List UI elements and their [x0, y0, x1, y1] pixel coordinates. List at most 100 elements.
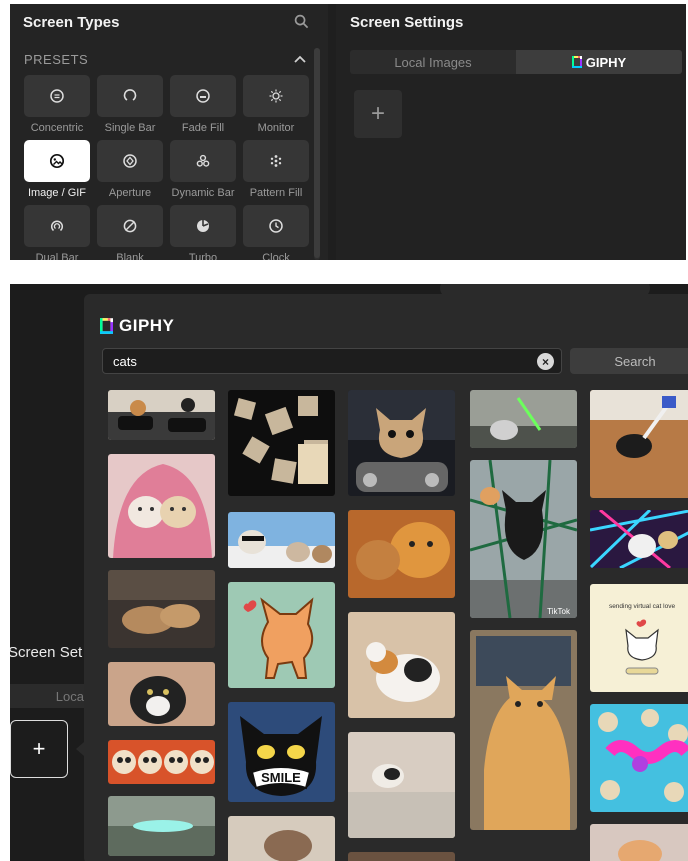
gif-image: SMILE: [228, 702, 335, 802]
preset-turbo[interactable]: [170, 205, 236, 247]
single-bar-icon: [123, 89, 137, 101]
gif-result[interactable]: [228, 816, 335, 861]
screen-types-title: Screen Types: [23, 14, 120, 31]
gif-result[interactable]: [108, 454, 215, 558]
gif-result[interactable]: SMILE: [228, 702, 335, 802]
tab-giphy-label: GIPHY: [585, 54, 627, 70]
source-tabs: Local Images GIPHY: [350, 50, 682, 74]
pattern-fill-icon: [270, 155, 282, 167]
gif-result[interactable]: sending virtual cat love: [590, 584, 688, 692]
gif-image: [108, 740, 215, 784]
preset-label-image-gif: Image / GIF: [27, 187, 87, 199]
gif-result[interactable]: [590, 390, 688, 498]
gif-image: TikTok: [470, 460, 577, 618]
giphy-logo-icon: [571, 56, 582, 68]
gif-image: [590, 390, 688, 498]
preset-label-dual-bar: Dual Bar: [35, 252, 79, 260]
gif-image: [108, 662, 215, 726]
giphy-view: Screen Set Loca + GIPHY cats × Search SM…: [10, 284, 688, 861]
gif-result[interactable]: [348, 852, 455, 861]
gif-result[interactable]: [470, 630, 577, 830]
clock-icon: [269, 219, 283, 233]
background-add-button[interactable]: +: [10, 720, 68, 778]
monitor-icon: [269, 89, 283, 103]
gif-result[interactable]: [108, 662, 215, 726]
preset-label-monitor: Monitor: [257, 122, 295, 134]
gif-result[interactable]: TikTok: [470, 460, 577, 618]
gif-result[interactable]: [348, 390, 455, 496]
gif-image: [348, 852, 455, 861]
giphy-brand: GIPHY: [119, 316, 175, 335]
gif-result[interactable]: [470, 390, 577, 448]
gif-result[interactable]: [590, 824, 688, 861]
preset-clock[interactable]: [243, 205, 309, 247]
gif-image: [228, 512, 335, 568]
tab-giphy[interactable]: GIPHY: [516, 50, 682, 74]
top-panel: Screen Types PRESETS Concentric Single B…: [10, 4, 686, 260]
search-query: cats: [113, 354, 137, 369]
concentric-icon: [50, 89, 64, 103]
gif-image: [590, 824, 688, 861]
preset-label-pattern-fill: Pattern Fill: [249, 187, 303, 199]
dynamic-bar-icon: [196, 154, 210, 167]
preset-fade-fill[interactable]: [170, 75, 236, 117]
gif-result[interactable]: [228, 512, 335, 568]
presets-label: PRESETS: [24, 52, 89, 67]
gif-result[interactable]: [108, 796, 215, 856]
background-local-tab[interactable]: Loca: [10, 684, 90, 708]
gif-image: [470, 630, 577, 830]
preset-label-concentric: Concentric: [30, 122, 84, 134]
tab-local-images[interactable]: Local Images: [350, 50, 516, 74]
preset-single-bar[interactable]: [97, 75, 163, 117]
gif-caption: sending virtual cat love: [609, 603, 676, 610]
gif-result[interactable]: [108, 570, 215, 648]
gif-result[interactable]: [228, 582, 335, 688]
screen-types-panel: Screen Types PRESETS Concentric Single B…: [10, 4, 328, 260]
gif-result[interactable]: [348, 510, 455, 598]
preset-concentric[interactable]: [24, 75, 90, 117]
gif-result[interactable]: [590, 704, 688, 812]
gif-result[interactable]: [108, 740, 215, 784]
giphy-logo-icon: [100, 318, 113, 334]
gif-image: [108, 454, 215, 558]
image-gif-icon: [49, 153, 65, 169]
add-image-button[interactable]: +: [354, 90, 402, 138]
preset-dual-bar[interactable]: [24, 205, 90, 247]
preset-pattern-fill[interactable]: [243, 140, 309, 182]
preset-aperture[interactable]: [97, 140, 163, 182]
screen-settings-panel: Screen Settings Local Images GIPHY +: [336, 4, 686, 260]
gif-image: [348, 612, 455, 718]
preset-monitor[interactable]: [243, 75, 309, 117]
gif-result[interactable]: [228, 390, 335, 496]
preset-label-turbo: Turbo: [188, 252, 218, 260]
giphy-popup: GIPHY cats × Search SMILE TikTok sending…: [84, 294, 688, 861]
gif-result[interactable]: [348, 612, 455, 718]
search-button[interactable]: Search: [570, 348, 688, 374]
gif-result[interactable]: [108, 390, 215, 440]
gif-image: [348, 510, 455, 598]
clear-search-icon[interactable]: ×: [537, 353, 554, 370]
screen-settings-title: Screen Settings: [350, 14, 464, 31]
preset-blank[interactable]: [97, 205, 163, 247]
fade-fill-icon: [196, 89, 210, 103]
gif-image: [348, 732, 455, 838]
chevron-up-icon[interactable]: [294, 54, 306, 64]
aperture-icon: [123, 154, 137, 168]
dual-bar-icon: [51, 220, 63, 232]
gif-image: [228, 390, 335, 496]
preset-dynamic-bar[interactable]: [170, 140, 236, 182]
preset-label-single-bar: Single Bar: [104, 122, 156, 134]
giphy-search-input[interactable]: cats ×: [102, 348, 562, 374]
tiktok-watermark: TikTok: [547, 607, 571, 616]
gif-image: [590, 510, 688, 568]
gif-image: [228, 582, 335, 688]
preset-image-gif[interactable]: [24, 140, 90, 182]
gif-image: [590, 704, 688, 812]
search-icon[interactable]: [294, 14, 309, 29]
gif-result[interactable]: [590, 510, 688, 568]
gif-result[interactable]: [348, 732, 455, 838]
popup-pointer: [76, 742, 84, 756]
scrollbar-thumb[interactable]: [314, 48, 320, 258]
giphy-header: GIPHY: [100, 316, 174, 336]
preset-label-fade-fill: Fade Fill: [181, 122, 225, 134]
